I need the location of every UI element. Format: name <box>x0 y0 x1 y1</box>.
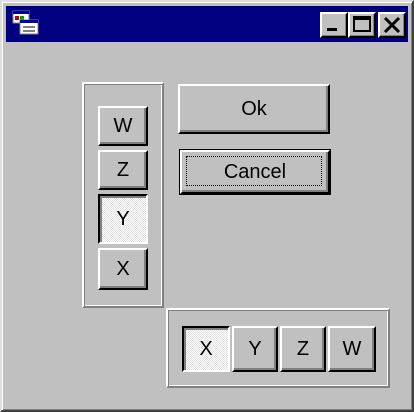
cancel-button[interactable]: Cancel <box>179 149 331 195</box>
close-button[interactable] <box>378 12 406 38</box>
horizontal-button-z[interactable]: Z <box>280 326 326 372</box>
vertical-button-x[interactable]: X <box>98 248 148 290</box>
horizontal-button-z-label: Z <box>296 337 310 360</box>
horizontal-button-y[interactable]: Y <box>232 326 278 372</box>
vertical-button-y-label: Y <box>116 207 130 230</box>
dialog-window: W Z Y X Ok Cancel X Y Z W <box>0 0 414 412</box>
horizontal-button-x[interactable]: X <box>182 326 230 372</box>
vertical-button-z-label: Z <box>116 158 130 181</box>
maximize-button[interactable] <box>348 12 376 38</box>
vertical-button-w[interactable]: W <box>98 106 148 146</box>
minimize-button[interactable] <box>320 12 348 38</box>
maximize-icon <box>353 16 371 32</box>
ok-button[interactable]: Ok <box>178 84 330 134</box>
horizontal-button-w[interactable]: W <box>328 326 376 372</box>
close-icon <box>383 16 401 34</box>
vertical-button-z[interactable]: Z <box>98 150 148 190</box>
ok-button-label: Ok <box>241 97 267 120</box>
horizontal-button-y-label: Y <box>248 337 262 360</box>
horizontal-button-w-label: W <box>342 337 362 360</box>
minimize-icon <box>327 28 337 31</box>
vertical-button-y[interactable]: Y <box>98 194 148 244</box>
vertical-button-w-label: W <box>113 114 133 137</box>
title-bar[interactable] <box>6 6 408 42</box>
app-window-icon[interactable] <box>12 10 40 38</box>
horizontal-button-x-label: X <box>199 337 213 360</box>
vertical-button-x-label: X <box>116 257 130 280</box>
cancel-button-label: Cancel <box>223 160 287 183</box>
